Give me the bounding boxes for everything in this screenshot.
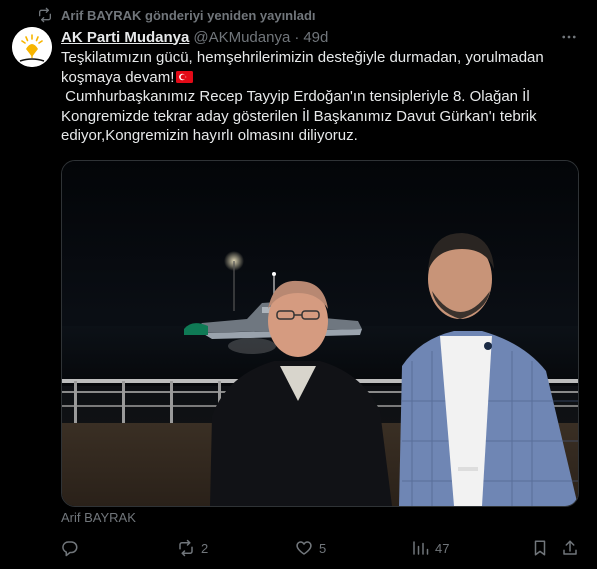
tweet-paragraph-2: Cumhurbaşkanımız Recep Tayyip Erdoğan'ın… [61,88,541,145]
tweet-line-1: Teşkilatımızın gücü, hemşehrilerimizin d… [61,49,548,86]
more-icon [562,35,576,39]
views-button[interactable]: 47 [411,536,449,560]
avatar[interactable] [12,27,52,67]
bookmark-button[interactable] [531,536,549,560]
post-time[interactable]: 49d [303,29,328,46]
share-button[interactable] [561,536,579,560]
reply-icon [62,541,78,557]
author-name[interactable]: AK Parti Mudanya [61,29,189,46]
photo-credit[interactable]: Arif BAYRAK [61,510,136,525]
tweet-photo[interactable] [61,160,579,507]
ak-parti-logo-icon [12,27,52,67]
tweet-paragraph-1: Teşkilatımızın gücü, hemşehrilerimizin d… [61,48,566,87]
heart-icon [296,541,312,555]
repost-icon [37,7,53,23]
photo-scene [62,161,578,506]
repost-count: 2 [201,540,209,556]
separator-dot: · [294,28,300,46]
action-bar: 2 5 47 [61,536,581,560]
repost-text: Arif BAYRAK gönderiyi yeniden yayınladı [61,7,316,23]
share-icon [563,540,577,555]
tweet-header: AK Parti Mudanya @AKMudanya · 49d [61,27,328,47]
views-icon [413,541,429,555]
like-button[interactable]: 5 [295,536,326,560]
repost-button[interactable]: 2 [177,536,208,560]
author-handle[interactable]: @AKMudanya [193,29,290,46]
repost-indicator[interactable]: Arif BAYRAK gönderiyi yeniden yayınladı [37,5,316,25]
tweet-text: Teşkilatımızın gücü, hemşehrilerimizin d… [61,48,566,146]
turkey-flag-icon [176,70,194,83]
views-count: 47 [435,540,450,556]
more-options-button[interactable] [558,27,580,47]
bookmark-icon [534,540,546,556]
repost-icon [179,539,193,557]
reply-button[interactable] [61,536,85,560]
like-count: 5 [319,540,327,556]
